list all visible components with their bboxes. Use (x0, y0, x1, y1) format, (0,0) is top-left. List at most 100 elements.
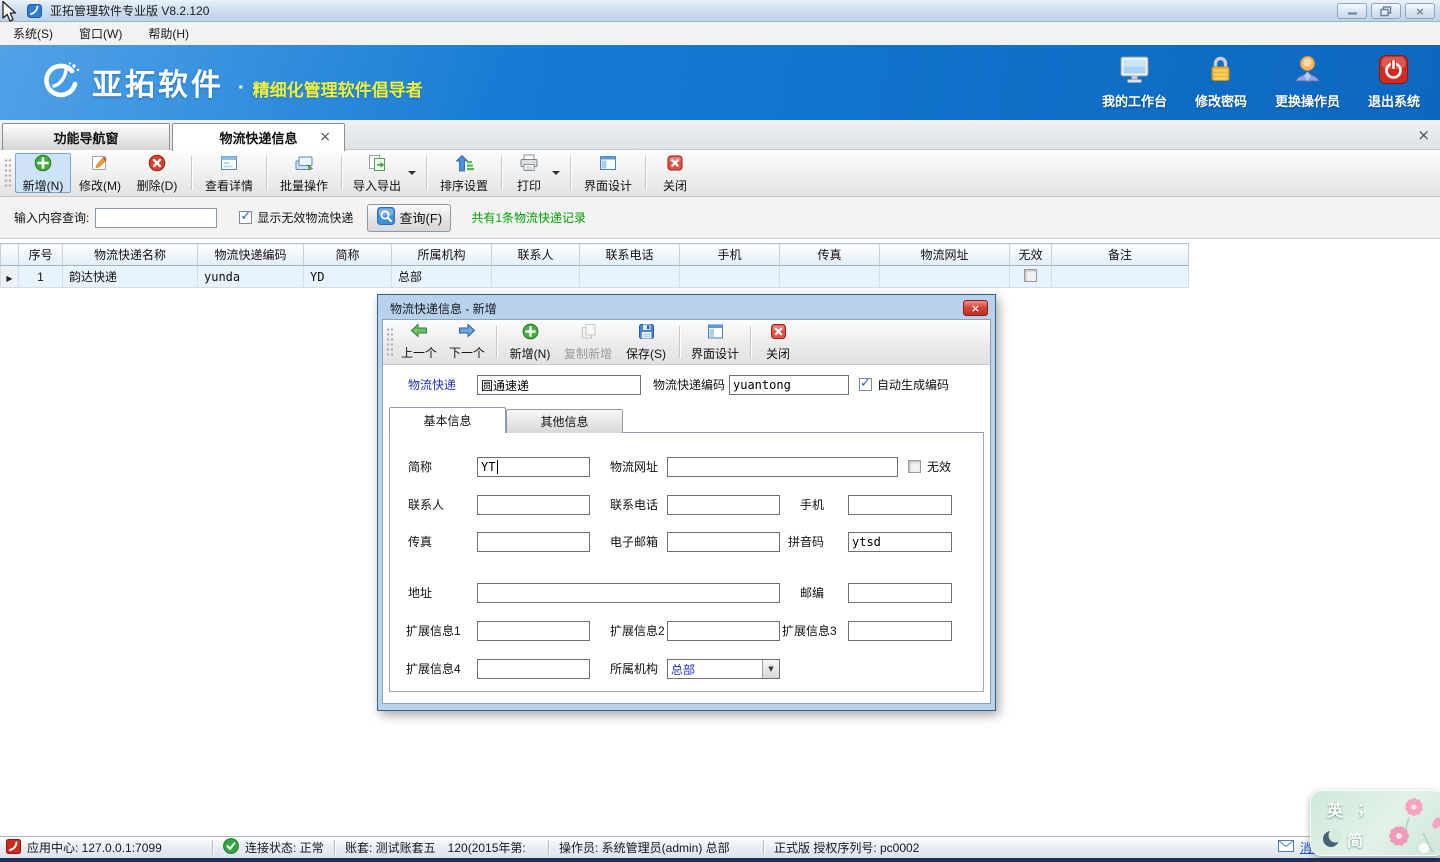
import-export-button[interactable]: 导入导出 (347, 150, 407, 196)
invalid-checkbox[interactable] (1024, 269, 1037, 282)
ui-design-button[interactable]: 界面设计 (576, 150, 640, 196)
mobile-field[interactable] (848, 495, 952, 515)
save-button[interactable]: 保存(S) (618, 320, 674, 364)
column-header[interactable]: 传真 (780, 244, 880, 266)
column-header[interactable]: 所属机构 (392, 244, 492, 266)
delete-button[interactable]: 删除(D) (128, 150, 186, 196)
power-icon (1378, 54, 1409, 88)
phone-label: 联系电话 (610, 495, 658, 515)
logistics-new-dialog: 物流快递信息 - 新增 × 上一个 下一个 新增(N) (377, 294, 996, 711)
toolbar-separator (426, 156, 427, 190)
statusbar-separator (763, 840, 764, 855)
view-detail-button[interactable]: 查看详情 (197, 150, 261, 196)
previous-button[interactable]: 上一个 (395, 320, 443, 364)
workbench-button[interactable]: 我的工作台 (1102, 54, 1167, 110)
zipcode-field[interactable] (848, 583, 952, 603)
close-button[interactable]: × (1405, 3, 1435, 19)
dialog-add-button[interactable]: 新增(N) (502, 320, 558, 364)
abbr-field[interactable] (477, 457, 590, 477)
address-field[interactable] (477, 583, 780, 603)
pinyin-field[interactable] (848, 532, 952, 552)
dropdown-arrow-icon[interactable] (408, 171, 416, 179)
import-export-icon (367, 154, 387, 175)
minimize-button[interactable] (1337, 3, 1367, 19)
phone-field[interactable] (667, 495, 780, 515)
edit-button[interactable]: 修改(M) (72, 150, 128, 196)
column-header[interactable]: 无效 (1010, 244, 1052, 266)
query-button[interactable]: 查询(F) (367, 204, 451, 232)
change-password-button[interactable]: 修改密码 (1195, 54, 1247, 110)
abbr-label: 简称 (408, 457, 432, 477)
dropdown-arrow-icon[interactable] (552, 171, 560, 179)
arrow-right-icon (457, 323, 477, 342)
code-field[interactable] (729, 375, 849, 395)
brand-separator: · (238, 77, 245, 100)
contact-label: 联系人 (408, 495, 444, 515)
toolbar-grip (4, 158, 11, 189)
column-header[interactable]: 手机 (680, 244, 780, 266)
ime-lang-indicator[interactable]: 英 (1327, 797, 1343, 821)
batch-operate-button[interactable]: 批量操作 (272, 150, 336, 196)
tab-other-info[interactable]: 其他信息 (506, 409, 623, 433)
detail-icon (220, 154, 238, 175)
close-tab-button[interactable]: 关闭 (651, 150, 699, 196)
tab-function-nav[interactable]: 功能导航窗 (2, 123, 170, 150)
dialog-header-fields: 物流快递 物流快递编码 ✓ 自动生成编码 (383, 365, 990, 407)
column-header[interactable]: 物流网址 (880, 244, 1010, 266)
autocode-label: 自动生成编码 (877, 375, 949, 395)
close-red-icon (666, 154, 684, 175)
column-header[interactable]: 备注 (1052, 244, 1189, 266)
sort-settings-button[interactable]: 排序设置 (432, 150, 496, 196)
fax-label: 传真 (408, 532, 432, 552)
dialog-close-button[interactable]: × (963, 300, 988, 316)
address-label: 地址 (408, 583, 432, 603)
invalid-checkbox[interactable] (908, 460, 921, 473)
ime-widget[interactable]: 英 ； 简 (1310, 790, 1440, 856)
ext1-field[interactable] (477, 621, 590, 641)
column-header[interactable]: 联系人 (492, 244, 580, 266)
column-header[interactable]: 物流快递名称 (63, 244, 198, 266)
org-combobox[interactable]: 总部 ▼ (667, 659, 780, 679)
toolbar-separator (645, 156, 646, 190)
tab-logistics-info[interactable]: 物流快递信息 × (172, 123, 345, 151)
website-field[interactable] (667, 457, 898, 477)
toolbar-separator (501, 156, 502, 190)
dialog-close-tool-button[interactable]: 关闭 (756, 320, 800, 364)
table-row[interactable]: ▶ 1 韵达快递 yunda YD 总部 (1, 266, 1189, 288)
close-icon: × (971, 302, 980, 315)
menu-help[interactable]: 帮助(H) (135, 22, 202, 45)
autocode-checkbox[interactable]: ✓ (859, 378, 872, 391)
exit-system-button[interactable]: 退出系统 (1368, 54, 1420, 110)
ime-mode-indicator[interactable]: 简 (1347, 827, 1363, 851)
restore-button[interactable] (1371, 3, 1401, 19)
toolbar-separator (570, 156, 571, 190)
column-header[interactable]: 物流快递编码 (198, 244, 304, 266)
column-header[interactable]: 简称 (304, 244, 392, 266)
search-row: 输入内容查询: ✓ 显示无效物流快递 查询(F) 共有1条物流快递记录 (0, 197, 1440, 239)
switch-operator-button[interactable]: 更换操作员 (1275, 54, 1340, 110)
contact-field[interactable] (477, 495, 590, 515)
ime-punct-indicator[interactable]: ； (1357, 795, 1373, 819)
tabstrip-close-icon[interactable]: × (1417, 126, 1430, 144)
column-header[interactable]: 联系电话 (580, 244, 680, 266)
email-field[interactable] (667, 532, 780, 552)
search-input[interactable] (95, 208, 217, 228)
menu-window[interactable]: 窗口(W) (66, 22, 135, 45)
column-header[interactable]: 序号 (19, 244, 63, 266)
ext3-field[interactable] (848, 621, 952, 641)
next-button[interactable]: 下一个 (443, 320, 491, 364)
brand-slogan: 精细化管理软件倡导者 (253, 76, 423, 101)
fax-field[interactable] (477, 532, 590, 552)
name-field[interactable] (477, 375, 641, 395)
tab-close-icon[interactable]: × (319, 129, 331, 145)
combobox-arrow[interactable]: ▼ (762, 660, 779, 678)
ext2-field[interactable] (667, 621, 780, 641)
app-icon (27, 3, 43, 19)
dialog-ui-design-button[interactable]: 界面设计 (685, 320, 745, 364)
tab-basic-info[interactable]: 基本信息 (389, 407, 506, 433)
print-button[interactable]: 打印 (507, 150, 551, 196)
cell-code: yunda (198, 266, 304, 288)
add-button[interactable]: 新增(N) (15, 153, 71, 193)
show-invalid-checkbox[interactable]: ✓ (239, 211, 252, 224)
ext4-field[interactable] (477, 659, 590, 679)
